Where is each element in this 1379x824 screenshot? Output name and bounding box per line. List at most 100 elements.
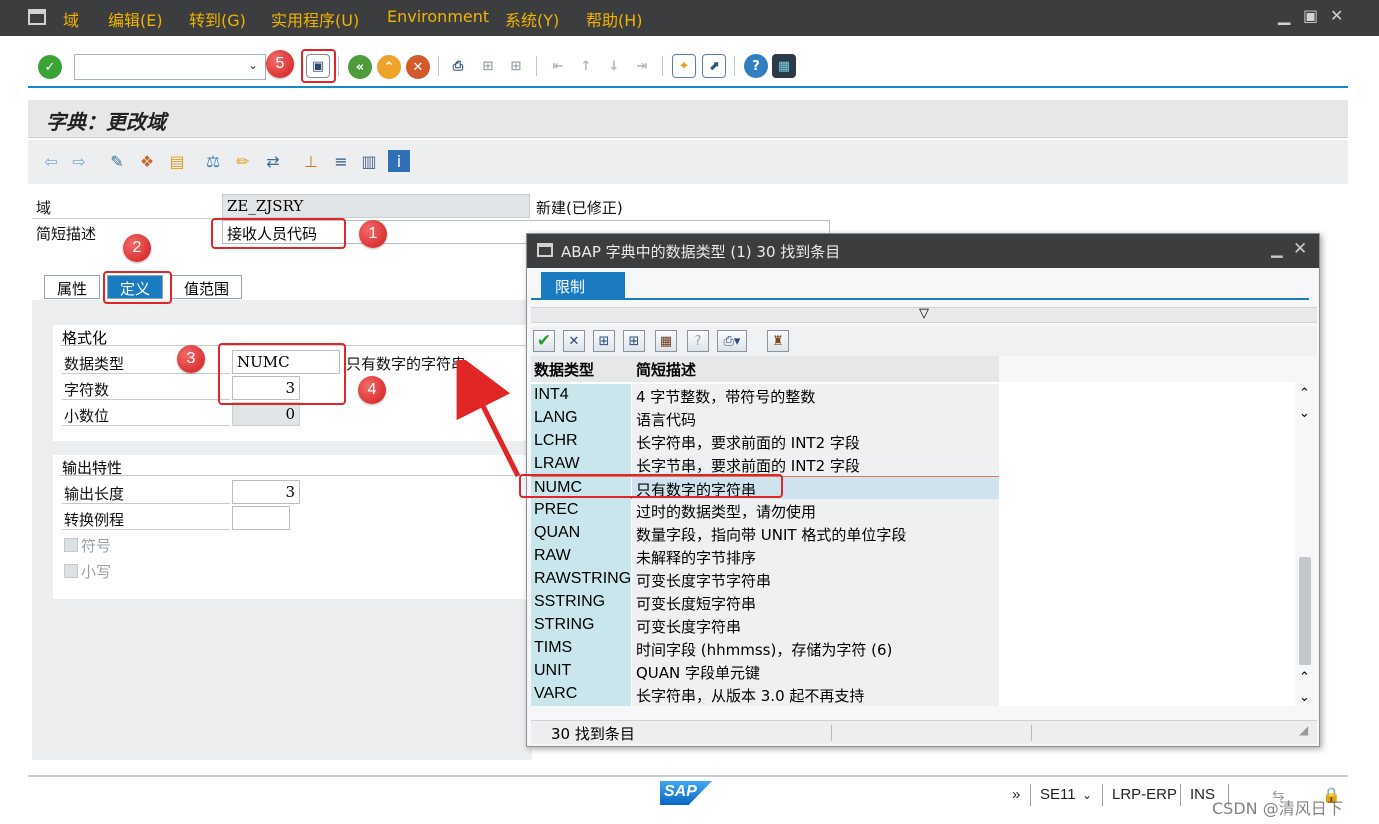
- domain-name-field: ZE_ZJSRY: [222, 194, 530, 218]
- list-item[interactable]: LANG 语言代码: [531, 407, 999, 430]
- tab-attributes[interactable]: 属性: [44, 275, 101, 299]
- new-session-icon[interactable]: ✦: [672, 54, 696, 78]
- object-directory-icon[interactable]: ≡: [330, 150, 352, 172]
- other-object-icon[interactable]: ❖: [136, 150, 158, 172]
- app-menu-icon[interactable]: [28, 9, 46, 25]
- menu-environment[interactable]: Environment: [387, 7, 489, 26]
- list-item[interactable]: VARC 长字符串，从版本 3.0 起不再支持: [531, 683, 999, 706]
- restore-icon[interactable]: ▣: [1303, 6, 1318, 25]
- menu-utilities[interactable]: 实用程序(U): [271, 7, 359, 31]
- resize-grip-icon[interactable]: ◢: [1299, 723, 1308, 737]
- chevron-down-icon[interactable]: ⌄: [1082, 788, 1092, 802]
- help-icon[interactable]: ?: [744, 54, 768, 78]
- hierarchy-icon[interactable]: ⊥: [300, 150, 322, 172]
- list-item[interactable]: UNIT QUAN 字段单元键: [531, 660, 999, 683]
- annotation-marker-1: 1: [359, 220, 387, 248]
- personal-list-icon[interactable]: ♜: [767, 330, 789, 352]
- scroll-up-icon[interactable]: ⌃: [1299, 386, 1310, 401]
- annotation-marker-2: 2: [123, 234, 151, 262]
- display-change-icon[interactable]: ✎: [106, 150, 128, 172]
- documentation-icon[interactable]: ▥: [358, 150, 380, 172]
- tab-value-range[interactable]: 值范围: [171, 275, 243, 299]
- list-item[interactable]: RAWSTRING 可变长度字节字符串: [531, 568, 999, 591]
- find-next-icon: ⊞: [510, 58, 522, 74]
- decimals-field: 0: [232, 402, 300, 426]
- find-next-icon[interactable]: ⊞: [623, 330, 645, 352]
- where-used-icon[interactable]: ⇄: [262, 150, 284, 172]
- sign-checkbox: [64, 538, 78, 552]
- annotation-marker-4: 4: [358, 376, 386, 404]
- close-icon[interactable]: ✕: [1330, 6, 1343, 25]
- check-icon[interactable]: ⚖: [202, 150, 224, 172]
- list-item[interactable]: SSTRING 可变长度短字符串: [531, 591, 999, 614]
- find-icon[interactable]: ⊞: [593, 330, 615, 352]
- lowercase-checkbox: [64, 564, 78, 578]
- confirm-check-icon[interactable]: ✔: [533, 330, 555, 352]
- menu-domain[interactable]: 域: [63, 7, 79, 31]
- info-disabled-icon: ?: [687, 330, 709, 352]
- command-field[interactable]: [74, 54, 266, 80]
- scroll-down-icon[interactable]: ⌄: [1299, 690, 1310, 705]
- scroll-down-icon[interactable]: ⌄: [1299, 406, 1310, 421]
- cancel-icon[interactable]: ✕: [406, 55, 430, 79]
- datatype-list: INT4 4 字节整数，带符号的整数 LANG 语言代码 LCHR 长字符串，要求前面…: [531, 382, 1295, 706]
- filter-marker-icon[interactable]: ▽: [919, 306, 929, 321]
- popup-close-icon[interactable]: ✕: [1293, 239, 1307, 259]
- page-title: 字典：更改域: [46, 110, 166, 134]
- status-expand-icon[interactable]: »: [1012, 786, 1020, 803]
- cancel-box-icon[interactable]: ✕: [563, 330, 585, 352]
- tab-restrictions[interactable]: 限制: [541, 272, 625, 298]
- sap-logo: SAP: [660, 781, 712, 805]
- col-description-header[interactable]: 简短描述: [636, 359, 696, 380]
- list-item[interactable]: QUAN 数量字段，指向带 UNIT 格式的单位字段: [531, 522, 999, 545]
- menu-edit[interactable]: 编辑(E): [108, 7, 163, 31]
- list-scrollbar[interactable]: ⌃ ⌄ ⌃ ⌄: [1295, 382, 1315, 712]
- transaction-code[interactable]: SE11: [1040, 786, 1076, 803]
- customize-layout-icon[interactable]: ▦: [772, 54, 796, 78]
- scroll-up-icon[interactable]: ⌃: [1299, 670, 1310, 685]
- menu-goto[interactable]: 转到(G): [189, 7, 246, 31]
- restrictions-collapse-bar[interactable]: ▽: [531, 306, 1317, 323]
- object-list-icon[interactable]: ▤: [166, 150, 188, 172]
- forward-arrow-icon[interactable]: ⇨: [68, 150, 90, 172]
- annotation-arrow: [456, 360, 521, 478]
- entries-found-text: 30 找到条目: [551, 725, 635, 743]
- shortcut-icon[interactable]: ⬈: [702, 54, 726, 78]
- enter-check-icon[interactable]: ✓: [38, 55, 62, 79]
- short-description-label: 简短描述: [36, 225, 97, 243]
- col-datatype-header[interactable]: 数据类型: [534, 359, 594, 380]
- first-page-icon: ⇤: [552, 58, 564, 74]
- list-item[interactable]: LCHR 长字符串，要求前面的 INT2 字段: [531, 430, 999, 453]
- menu-help[interactable]: 帮助(H): [586, 7, 643, 31]
- list-item[interactable]: RAW 未解释的字节排序: [531, 545, 999, 568]
- list-item[interactable]: PREC 过时的数据类型，请勿使用: [531, 499, 999, 522]
- output-length-input[interactable]: 3: [232, 480, 300, 504]
- menu-system[interactable]: 系统(Y): [505, 7, 559, 31]
- decimals-label: 小数位: [64, 407, 110, 425]
- grid-header: 数据类型 简短描述: [531, 356, 999, 382]
- back-icon[interactable]: «: [348, 55, 372, 79]
- domain-label: 域: [36, 199, 52, 217]
- popup-minimize-icon[interactable]: ▁: [1271, 240, 1283, 258]
- watermark-text: CSDN @清风日下: [1212, 799, 1343, 818]
- minimize-icon[interactable]: ▁: [1278, 6, 1290, 25]
- print-icon[interactable]: ⎙: [446, 54, 470, 78]
- title-bar: 字典：更改域: [28, 100, 1348, 138]
- list-item[interactable]: STRING 可变长度字符串: [531, 614, 999, 637]
- back-arrow-icon[interactable]: ⇦: [40, 150, 62, 172]
- conversion-routine-input[interactable]: [232, 506, 290, 530]
- standard-toolbar: ✓ ⌄ ▣ « ⌃ ✕ ⎙ ⊞ ⊞ ⇤ ↑ ↓ ⇥ ✦ ⬈ ? ▦: [28, 44, 1348, 88]
- chevron-down-icon[interactable]: ⌄: [248, 58, 258, 72]
- exit-icon[interactable]: ⌃: [377, 55, 401, 79]
- activate-icon[interactable]: ✏: [232, 150, 254, 172]
- information-icon[interactable]: i: [388, 150, 410, 172]
- scroll-thumb[interactable]: [1299, 557, 1311, 665]
- popup-title-bar: ABAP 字典中的数据类型 (1) 30 找到条目 ▁ ✕: [527, 234, 1319, 268]
- sort-icon[interactable]: ▦: [655, 330, 677, 352]
- sign-label: 符号: [81, 537, 112, 555]
- list-item[interactable]: LRAW 长字节串，要求前面的 INT2 字段: [531, 453, 999, 476]
- print-dropdown-icon[interactable]: ⎙▾: [717, 330, 747, 352]
- popup-menu-icon[interactable]: [537, 243, 553, 257]
- list-item[interactable]: TIMS 时间字段 (hhmmss)，存储为字符 (6): [531, 637, 999, 660]
- list-item[interactable]: INT4 4 字节整数，带符号的整数: [531, 384, 999, 407]
